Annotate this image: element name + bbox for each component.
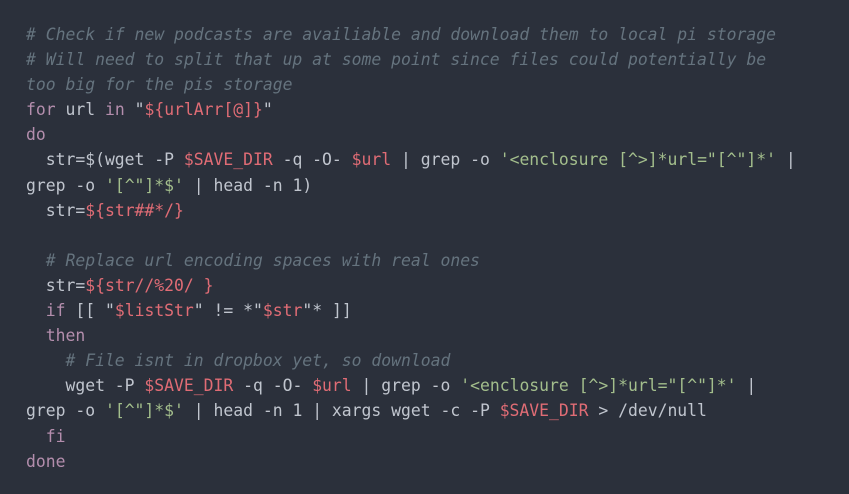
code-text: grep -o [26, 401, 105, 421]
code-string: '[^"]*$' [104, 175, 184, 195]
code-line: too big for the pis storage [26, 72, 796, 97]
code-line: # Will need to split that up at some poi… [26, 47, 796, 72]
code-text: wget -P [26, 376, 145, 396]
code-variable: $SAVE_DIR [144, 376, 234, 396]
code-text: > /dev/null [588, 401, 707, 421]
code-line: grep -o '[^"]*$' | head -n 1) [26, 173, 796, 198]
code-line: # Replace url encoding spaces with real … [26, 248, 796, 273]
code-variable: $SAVE_DIR [499, 401, 589, 421]
code-string: '<enclosure [^>]*url="[^"]*' [460, 376, 737, 396]
code-text: " [124, 100, 145, 120]
code-keyword: do [26, 125, 46, 145]
code-line: grep -o '[^"]*$' | head -n 1 | xargs wge… [26, 398, 796, 423]
code-text: " != *" [193, 301, 263, 321]
code-text: | head -n 1) [183, 175, 313, 195]
code-variable: $url [351, 150, 392, 170]
code-line: # Check if new podcasts are availiable a… [26, 22, 796, 47]
code-text: | [736, 376, 757, 396]
code-keyword: done [26, 451, 66, 471]
code-line: done [26, 449, 796, 474]
code-keyword: fi [45, 426, 66, 446]
code-text: -q -O- [233, 376, 313, 396]
code-keyword: in [104, 100, 125, 120]
code-string: '<enclosure [^>]*url="[^"]*' [499, 150, 777, 170]
code-line: wget -P $SAVE_DIR -q -O- $url | grep -o … [26, 373, 796, 398]
code-text: | grep -o [391, 150, 500, 170]
code-comment: # Will need to split that up at some poi… [26, 50, 767, 70]
code-text: str= [26, 200, 86, 220]
code-line: for url in "${urlArr[@]}" [26, 97, 796, 122]
code-variable: ${urlArr[@]} [144, 100, 263, 120]
code-variable: $SAVE_DIR [183, 150, 273, 170]
code-content[interactable]: # Check if new podcasts are availiable a… [26, 22, 796, 474]
code-text: grep -o [26, 175, 105, 195]
code-keyword: for [26, 100, 56, 120]
code-line: then [26, 323, 796, 348]
code-text: [[ " [65, 301, 115, 321]
code-block: # Check if new podcasts are availiable a… [0, 0, 849, 494]
code-line: fi [26, 424, 796, 449]
code-keyword: then [45, 326, 86, 346]
code-text: "* ]] [302, 301, 352, 321]
code-text: str=$(wget -P [26, 150, 184, 170]
code-comment: # File isnt in dropbox yet, so download [26, 351, 451, 371]
code-keyword: if [45, 301, 66, 321]
code-line: do [26, 122, 796, 147]
code-line: if [[ "$listStr" != *"$str"* ]] [26, 298, 796, 323]
code-variable: $listStr [114, 301, 194, 321]
code-string: '[^"]*$' [104, 401, 184, 421]
code-variable: $str [262, 301, 303, 321]
code-text: url [55, 100, 105, 120]
code-text: | grep -o [351, 376, 461, 396]
code-text: -q -O- [272, 150, 352, 170]
code-text: str= [26, 275, 86, 295]
code-comment: too big for the pis storage [26, 75, 293, 95]
code-line: str=${str//%20/ } [26, 273, 796, 298]
code-line: # File isnt in dropbox yet, so download [26, 348, 796, 373]
code-variable: ${str##*/} [85, 200, 184, 220]
code-text: | head -n 1 | xargs wget -c -P [183, 401, 500, 421]
code-line: str=$(wget -P $SAVE_DIR -q -O- $url | gr… [26, 147, 796, 172]
code-line: str=${str##*/} [26, 198, 796, 223]
code-text: " [262, 100, 273, 120]
code-text: | [776, 150, 796, 170]
code-comment: # Replace url encoding spaces with real … [26, 250, 480, 270]
code-variable: ${str//%20/ } [85, 275, 214, 295]
code-variable: $url [312, 376, 352, 396]
code-comment: # Check if new podcasts are availiable a… [26, 25, 776, 44]
